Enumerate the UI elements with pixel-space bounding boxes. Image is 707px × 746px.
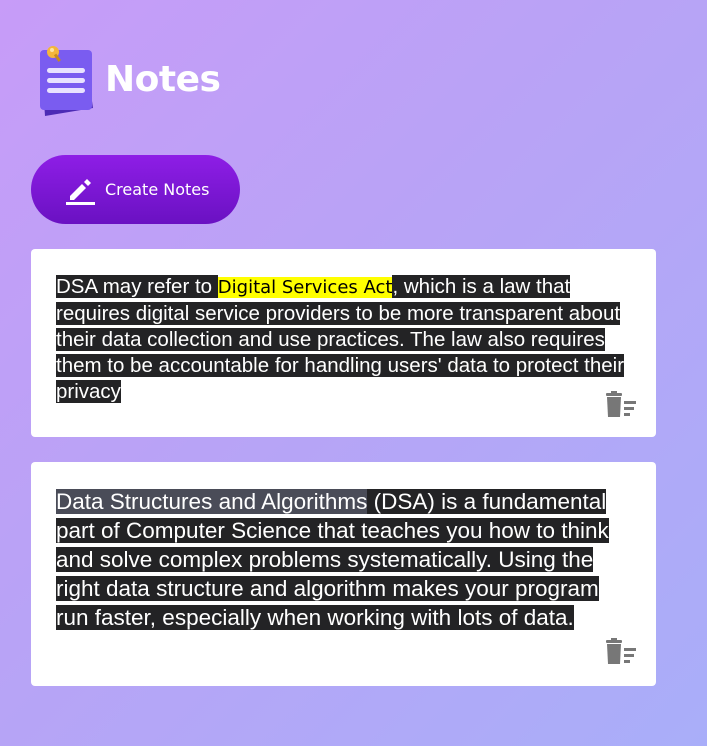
app-title: Notes <box>105 59 221 100</box>
note-card[interactable]: DSA may refer to Digital Services Act, w… <box>31 249 656 437</box>
create-notes-label: Create Notes <box>105 180 210 199</box>
trash-icon[interactable] <box>604 391 638 419</box>
note-card[interactable]: Data Structures and Algorithms (DSA) is … <box>31 462 656 686</box>
create-notes-button[interactable]: Create Notes <box>31 155 240 224</box>
notepad-icon <box>40 46 93 116</box>
note-text[interactable]: Data Structures and Algorithms (DSA) is … <box>56 487 636 632</box>
note-text-segment: DSA may refer to <box>56 275 218 298</box>
note-text[interactable]: DSA may refer to Digital Services Act, w… <box>56 274 636 405</box>
highlighted-term: Digital Services Act <box>217 277 393 298</box>
trash-icon[interactable] <box>604 638 638 666</box>
app-header: Notes <box>37 42 221 118</box>
pencil-icon <box>66 178 95 205</box>
note-text-segment: Data Structures and Algorithms <box>56 489 368 514</box>
